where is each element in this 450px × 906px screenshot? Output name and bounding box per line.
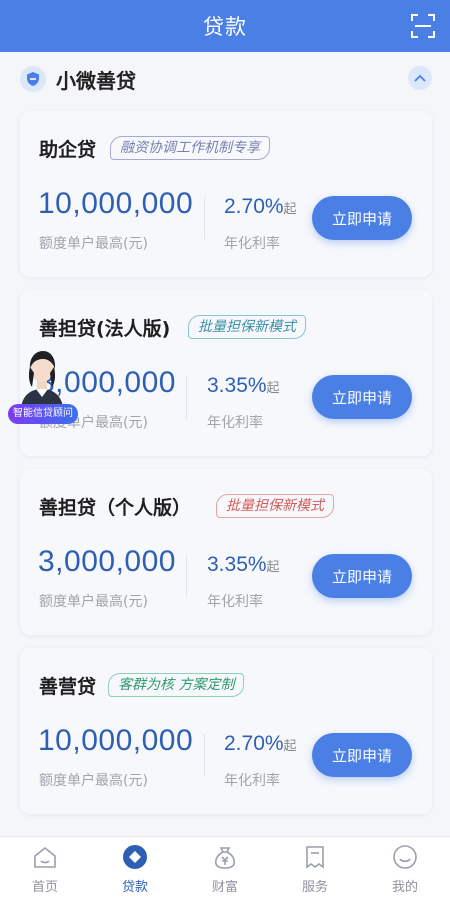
wealth-icon: [214, 847, 236, 869]
apply-button[interactable]: 立即申请: [312, 733, 412, 777]
scan-icon[interactable]: [410, 13, 436, 39]
apply-button[interactable]: 立即申请: [312, 554, 412, 598]
tab-profile[interactable]: 我的: [360, 837, 450, 906]
rate-label: 年化利率: [207, 594, 263, 610]
collapse-button[interactable]: [408, 66, 432, 90]
loan-tag: 融资协调工作机制专享: [110, 136, 270, 160]
divider: [204, 197, 205, 239]
loan-card-shandandai-personal[interactable]: 善担贷（个人版） 批量担保新模式 3,000,000 额度单户最高(元) 3.3…: [20, 469, 432, 635]
tab-loan[interactable]: 贷款: [90, 837, 180, 906]
annual-rate: 2.70%起: [224, 195, 297, 218]
annual-rate: 3.35%起: [207, 374, 280, 397]
divider: [186, 376, 187, 418]
loan-name: 助企贷: [39, 139, 97, 161]
divider: [204, 734, 205, 776]
tab-label: 贷款: [121, 880, 148, 895]
apply-button[interactable]: 立即申请: [312, 375, 412, 419]
loan-name: 善担贷（个人版）: [39, 497, 192, 519]
loan-tag: 批量担保新模式: [216, 494, 334, 518]
section-header: 小微善贷: [0, 52, 450, 106]
profile-icon: [393, 845, 417, 869]
tab-home[interactable]: 首页: [0, 837, 90, 906]
max-amount: 10,000,000: [38, 187, 194, 220]
rate-label: 年化利率: [224, 236, 280, 252]
chevron-up-icon: [414, 74, 426, 82]
loan-tag: 客群为核 方案定制: [108, 673, 245, 697]
top-bar: 贷款: [0, 0, 450, 52]
apply-button[interactable]: 立即申请: [312, 196, 412, 240]
loan-name: 善营贷: [39, 676, 97, 698]
amount-label: 额度单户最高(元): [39, 236, 148, 252]
advisor-avatar-icon: [21, 351, 63, 407]
loan-name: 善担贷(法人版): [39, 318, 171, 340]
max-amount: 10,000,000: [38, 724, 194, 757]
home-icon: [34, 846, 56, 868]
loan-card-shanyingdai[interactable]: 善营贷 客群为核 方案定制 10,000,000 额度单户最高(元) 2.70%…: [20, 648, 432, 814]
loan-card-zhuqidai[interactable]: 助企贷 融资协调工作机制专享 10,000,000 额度单户最高(元) 2.70…: [20, 111, 432, 277]
rate-label: 年化利率: [224, 773, 280, 789]
loan-icon: [123, 845, 147, 869]
smart-advisor-widget[interactable]: 智能信贷顾问: [7, 345, 78, 425]
tab-label: 服务: [301, 880, 328, 895]
amount-label: 额度单户最高(元): [39, 594, 148, 610]
advisor-badge: 智能信贷顾问: [8, 404, 78, 424]
bottom-tab-bar: 首页 贷款 财富 服务 我的: [0, 836, 450, 906]
rate-label: 年化利率: [207, 415, 263, 431]
tab-wealth[interactable]: 财富: [180, 837, 270, 906]
divider: [186, 555, 187, 597]
annual-rate: 2.70%起: [224, 732, 297, 755]
tab-label: 我的: [391, 880, 418, 895]
tab-service[interactable]: 服务: [270, 837, 360, 906]
page-title: 贷款: [203, 15, 247, 39]
amount-label: 额度单户最高(元): [39, 773, 148, 789]
annual-rate: 3.35%起: [207, 553, 280, 576]
section-title: 小微善贷: [56, 68, 136, 93]
max-amount: 3,000,000: [38, 545, 176, 578]
tab-label: 财富: [211, 880, 238, 895]
shield-icon: [20, 66, 46, 92]
loan-card-shandandai-corporate[interactable]: 善担贷(法人版) 批量担保新模式 3,000,000 额度单户最高(元) 3.3…: [20, 290, 432, 456]
loan-tag: 批量担保新模式: [188, 315, 306, 339]
service-icon: [306, 846, 324, 869]
tab-label: 首页: [31, 880, 58, 895]
